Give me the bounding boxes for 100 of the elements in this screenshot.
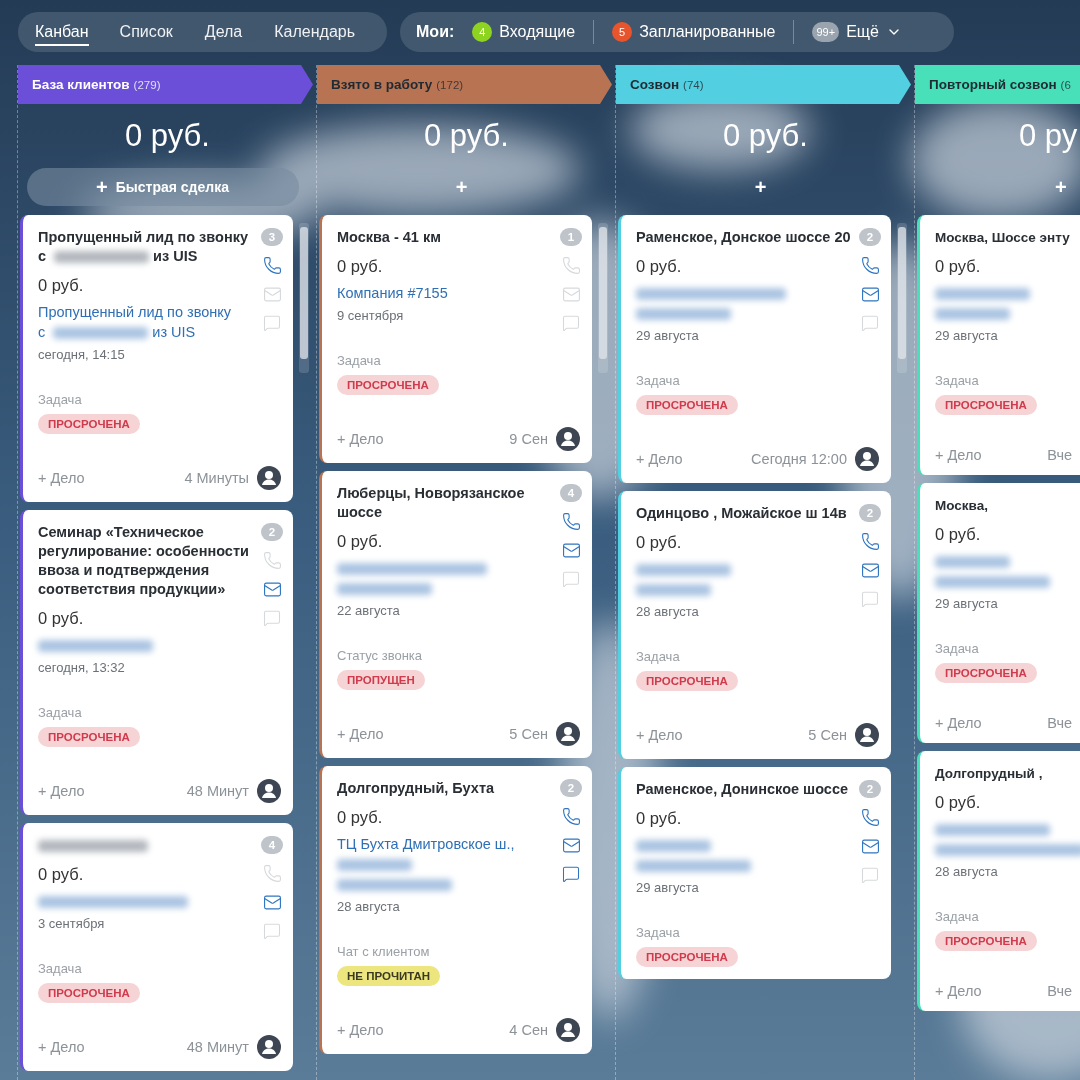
status-tag: ПРОСРОЧЕНА: [935, 931, 1037, 951]
deal-date: 28 августа: [636, 604, 700, 619]
deal-date: сегодня, 14:15: [38, 347, 126, 362]
filter-button[interactable]: 5 Запланированные: [612, 20, 795, 44]
phone-icon[interactable]: [561, 807, 581, 826]
quick-deal-button[interactable]: + Быстрая сделка: [26, 168, 299, 206]
scrollbar[interactable]: [897, 223, 907, 373]
status-tag: ПРОСРОЧЕНА: [935, 395, 1037, 415]
deal-card[interactable]: Одинцово , Можайское ш 14в 0 руб. 28 августа Задача ПРОСРОЧЕНА + Дело 5 Сен 2: [618, 491, 891, 759]
avatar-icon[interactable]: [257, 466, 281, 490]
count-badge: 2: [859, 228, 881, 246]
deal-date: 9 сентября: [337, 308, 405, 323]
deal-card[interactable]: Люберцы, Новорязанское шоссе 0 руб. 22 августа Статус звонка ПРОПУЩЕН + Дело 5 Сен 4: [319, 471, 592, 758]
field-label: Задача: [935, 641, 980, 656]
card-title[interactable]: Долгопрудный, Бухта: [337, 779, 552, 798]
avatar-icon[interactable]: [556, 722, 580, 746]
stage-count: (279): [133, 78, 161, 91]
avatar-icon[interactable]: [855, 723, 879, 747]
mail-icon[interactable]: [262, 893, 282, 912]
avatar-icon[interactable]: [855, 447, 879, 471]
phone-icon[interactable]: [860, 808, 880, 827]
view-tab[interactable]: Дела: [189, 18, 258, 46]
deal-date: 28 августа: [337, 899, 401, 914]
card-title[interactable]: Раменское, Донское шоссе 20: [636, 228, 851, 247]
deal-price: 0 руб.: [38, 276, 85, 295]
add-deal-button[interactable]: +: [746, 168, 775, 206]
contact-link[interactable]: ТЦ Бухта Дмитровское ш.,: [337, 834, 552, 854]
deal-card[interactable]: Раменское, Донинское шоссе 0 руб. 29 августа Задача ПРОСРОЧЕНА 2: [618, 767, 891, 979]
filter-button[interactable]: 99+ Ещё: [812, 20, 920, 44]
deal-card[interactable]: Раменское, Донское шоссе 20 0 руб. 29 августа Задача ПРОСРОЧЕНА + Дело Сегодня 12:00 2: [618, 215, 891, 483]
status-tag: ПРОПУЩЕН: [337, 670, 425, 690]
mail-icon[interactable]: [561, 541, 581, 560]
count-badge: 4: [560, 484, 582, 502]
scroll-thumb[interactable]: [300, 227, 308, 359]
deal-card[interactable]: Долгопрудный, Бухта 0 руб. ТЦ Бухта Дмитровское ш., 28 августа Чат с клиентом НЕ ПРОЧИТАН + Дело 4 Сен 2: [319, 766, 592, 1054]
deal-card[interactable]: Москва, Шоссе энту 0 руб. 29 августа Задача ПРОСРОЧЕНА + Дело Вче: [917, 215, 1080, 475]
contact-link[interactable]: с из UIS: [38, 322, 253, 342]
status-tag: ПРОСРОЧЕНА: [636, 395, 738, 415]
avatar-icon[interactable]: [257, 779, 281, 803]
card-title[interactable]: Раменское, Донинское шоссе: [636, 780, 851, 799]
card-title[interactable]: Долгопрудный ,: [935, 764, 1043, 783]
contact-link[interactable]: Компания #7155: [337, 283, 552, 303]
scroll-thumb[interactable]: [898, 227, 906, 359]
card-title[interactable]: Пропущенный лид по звонку с из UIS: [38, 228, 253, 266]
phone-icon[interactable]: [860, 532, 880, 551]
chat-icon[interactable]: [562, 865, 580, 883]
stage-title: Взято в работу: [331, 77, 433, 92]
mail-icon[interactable]: [561, 836, 581, 855]
avatar-icon[interactable]: [556, 427, 580, 451]
avatar-icon[interactable]: [257, 1035, 281, 1059]
deal-card[interactable]: Пропущенный лид по звонку с из UIS 0 руб. Пропущенный лид по звонку с из UIS сегодня, 14:15 Задача ПРОСРОЧЕНА + Дело 4 Минуты 3: [20, 215, 293, 502]
count-badge: 2: [859, 504, 881, 522]
deal-date: 22 августа: [337, 603, 401, 618]
count-badge: 4: [261, 836, 283, 854]
deal-price: 0 руб.: [935, 257, 982, 276]
card-title[interactable]: Москва,: [935, 496, 988, 515]
status-tag: НЕ ПРОЧИТАН: [337, 966, 441, 986]
count-badge: 1: [560, 228, 582, 246]
stage-total: 0 руб.: [423, 118, 510, 154]
view-tab[interactable]: Календарь: [259, 18, 371, 46]
card-title[interactable]: Одинцово , Можайское ш 14в: [636, 504, 851, 523]
scrollbar[interactable]: [598, 223, 608, 373]
mine-label: Мои:: [416, 23, 455, 41]
avatar-icon[interactable]: [556, 1018, 580, 1042]
mail-icon[interactable]: [860, 285, 880, 304]
deal-price: 0 руб.: [337, 532, 384, 551]
deal-price: 0 руб.: [337, 257, 384, 276]
contact-link[interactable]: Пропущенный лид по звонку: [38, 302, 253, 322]
card-title[interactable]: Москва - 41 км: [337, 228, 552, 247]
deal-date: 29 августа: [935, 596, 999, 611]
mail-icon[interactable]: [860, 561, 880, 580]
deal-date: 28 августа: [935, 864, 999, 879]
stage-count: (172): [436, 78, 464, 91]
status-tag: ПРОСРОЧЕНА: [636, 947, 738, 967]
filter-button[interactable]: 4 Входящие: [472, 20, 595, 44]
count-badge: 2: [859, 780, 881, 798]
mail-icon[interactable]: [262, 580, 282, 599]
field-label: Задача: [38, 961, 83, 976]
scrollbar[interactable]: [299, 223, 309, 373]
phone-icon[interactable]: [860, 256, 880, 275]
mail-icon[interactable]: [860, 837, 880, 856]
view-tab[interactable]: Список: [104, 18, 188, 46]
stage-title: Повторный созвон: [929, 77, 1057, 92]
scroll-thumb[interactable]: [599, 227, 607, 359]
phone-icon[interactable]: [561, 512, 581, 531]
view-tab[interactable]: Канбан: [35, 18, 89, 46]
deal-card[interactable]: Долгопрудный , 0 руб. 28 августа Задача ПРОСРОЧЕНА + Дело Вче: [917, 751, 1080, 1011]
card-title[interactable]: Москва, Шоссе энту: [935, 228, 1070, 247]
deal-card[interactable]: Семинар «Техническое регулирование: особенности ввоза и подтверждения соответствия продукции» 0 руб. сегодня, 13:32 Задача ПРОСРОЧЕНА + Дело 48 Минут 2: [20, 510, 293, 815]
deal-price: 0 руб.: [636, 257, 683, 276]
deal-card[interactable]: Москва - 41 км 0 руб. Компания #7155 9 сентября Задача ПРОСРОЧЕНА + Дело 9 Сен 1: [319, 215, 592, 463]
deal-card[interactable]: 0 руб. 3 сентября Задача ПРОСРОЧЕНА + Дело 48 Минут 4: [20, 823, 293, 1071]
stage-total: 0 руб.: [124, 118, 211, 154]
deal-card[interactable]: Москва, 0 руб. 29 августа Задача ПРОСРОЧЕНА + Дело Вче: [917, 483, 1080, 743]
card-title[interactable]: Семинар «Техническое регулирование: особенности ввоза и подтверждения соответствия продукции»: [38, 523, 253, 599]
stage-count: (6: [1060, 78, 1071, 91]
status-tag: ПРОСРОЧЕНА: [636, 671, 738, 691]
phone-icon[interactable]: [262, 256, 282, 275]
stage-title: База клиентов: [32, 77, 130, 92]
card-title[interactable]: Люберцы, Новорязанское шоссе: [337, 484, 552, 522]
